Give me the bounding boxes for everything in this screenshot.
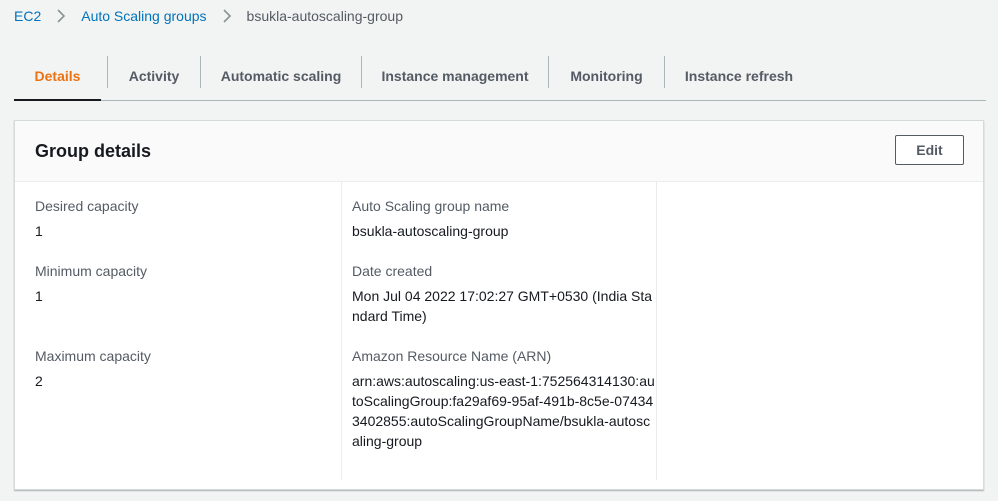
desired-capacity-field: Desired capacity 1 — [35, 196, 341, 241]
minimum-capacity-label: Minimum capacity — [35, 263, 148, 279]
tab-bar: Details Activity Automatic scaling Insta… — [14, 52, 986, 101]
panel-header: Group details Edit — [15, 121, 983, 182]
tab-monitoring[interactable]: Monitoring — [549, 52, 664, 100]
breadcrumb-current-page: bsukla-autoscaling-group — [246, 8, 403, 24]
desired-capacity-value: 1 — [35, 223, 43, 239]
maximum-capacity-field: Maximum capacity 2 — [35, 346, 341, 391]
minimum-capacity-value: 1 — [35, 288, 43, 304]
minimum-capacity-field: Minimum capacity 1 — [35, 261, 341, 306]
breadcrumb: EC2 Auto Scaling groups bsukla-autoscali… — [14, 6, 403, 26]
tab-instance-management[interactable]: Instance management — [362, 52, 548, 100]
tab-automatic-scaling[interactable]: Automatic scaling — [201, 52, 361, 100]
group-name-field: Auto Scaling group name bsukla-autoscali… — [352, 196, 656, 241]
group-name-value: bsukla-autoscaling-group — [352, 223, 509, 239]
details-column-group-info: Auto Scaling group name bsukla-autoscali… — [341, 182, 656, 480]
chevron-right-icon — [215, 6, 239, 26]
edit-button[interactable]: Edit — [895, 135, 964, 165]
breadcrumb-ec2-link[interactable]: EC2 — [14, 6, 41, 26]
panel-title: Group details — [35, 141, 152, 161]
chevron-right-icon — [49, 6, 73, 26]
tab-details[interactable]: Details — [14, 52, 101, 101]
arn-field: Amazon Resource Name (ARN) arn:aws:autos… — [352, 346, 656, 451]
arn-value: arn:aws:autoscaling:us-east-1:7525643141… — [352, 373, 655, 449]
desired-capacity-label: Desired capacity — [35, 198, 139, 214]
maximum-capacity-value: 2 — [35, 373, 43, 389]
column-divider — [656, 182, 657, 480]
tab-activity[interactable]: Activity — [108, 52, 200, 100]
details-column-capacity: Desired capacity 1 Minimum capacity 1 Ma… — [15, 182, 341, 391]
group-name-label: Auto Scaling group name — [352, 198, 510, 214]
maximum-capacity-label: Maximum capacity — [35, 348, 151, 364]
tab-instance-refresh[interactable]: Instance refresh — [665, 52, 813, 100]
group-details-panel: Group details Edit Desired capacity 1 Mi… — [14, 120, 984, 490]
date-created-label: Date created — [352, 263, 433, 279]
date-created-value: Mon Jul 04 2022 17:02:27 GMT+0530 (India… — [352, 288, 653, 324]
arn-label: Amazon Resource Name (ARN) — [352, 348, 552, 364]
breadcrumb-auto-scaling-groups-link[interactable]: Auto Scaling groups — [81, 6, 206, 26]
date-created-field: Date created Mon Jul 04 2022 17:02:27 GM… — [352, 261, 656, 326]
